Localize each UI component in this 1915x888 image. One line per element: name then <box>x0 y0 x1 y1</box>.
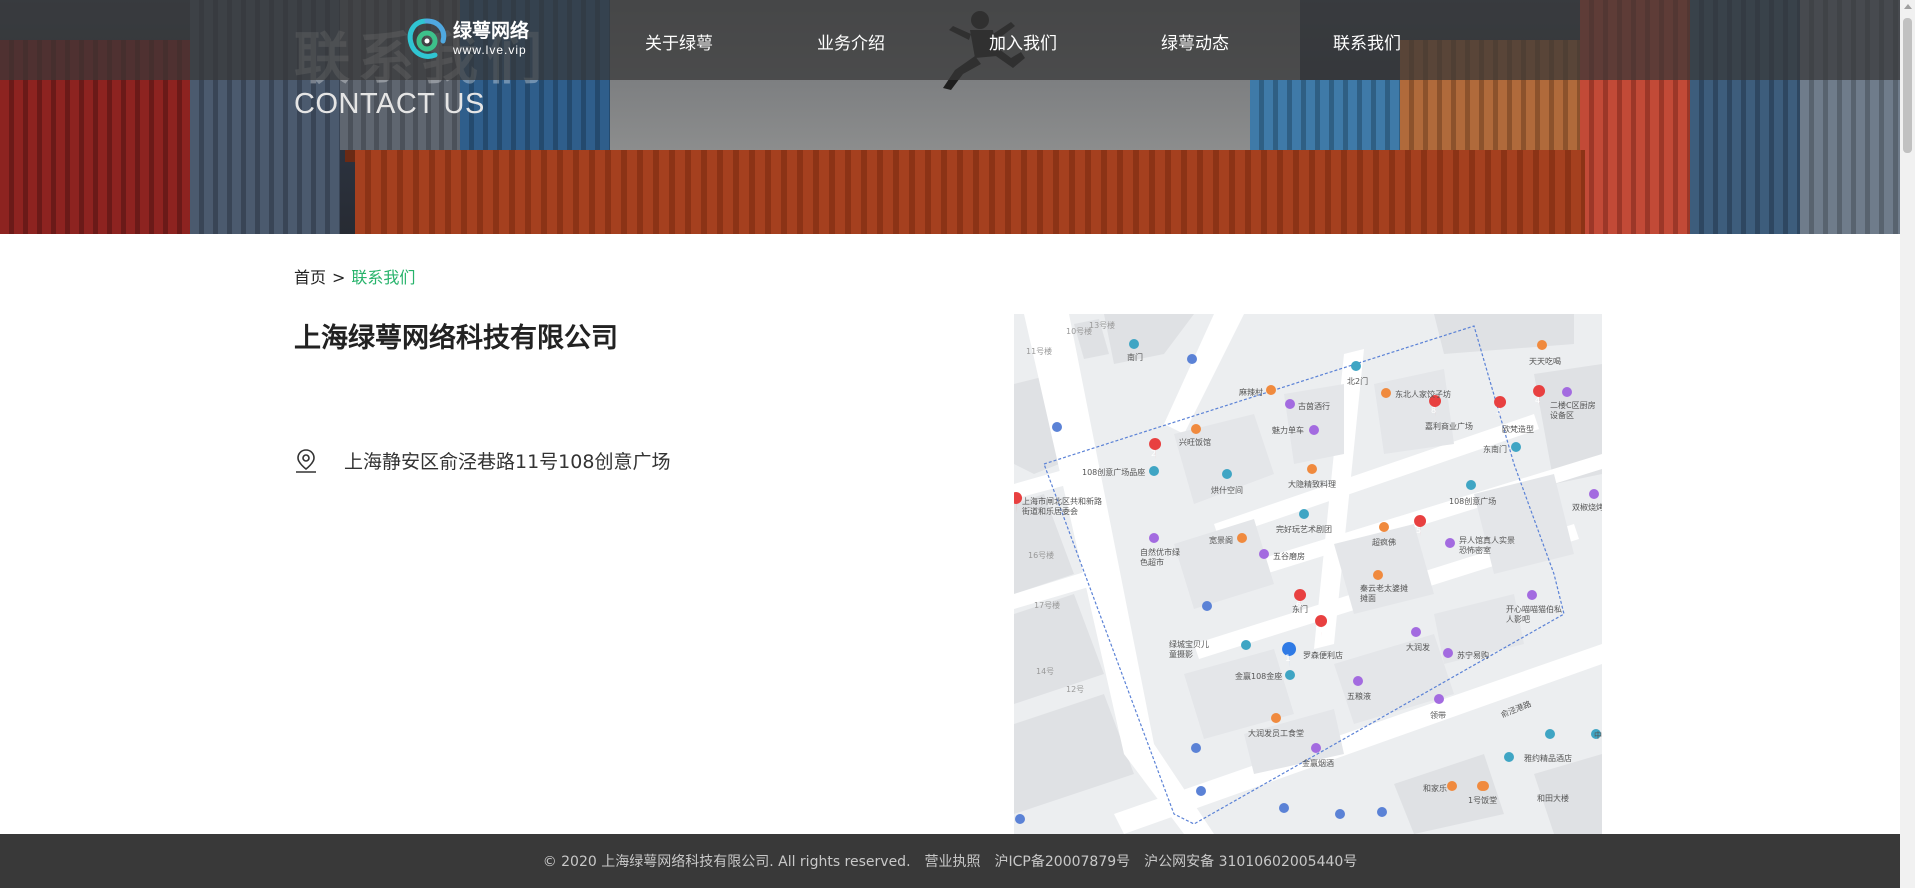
map-label: 魅力单车 <box>1272 426 1304 435</box>
map-marker[interactable]: 5 <box>1416 526 1421 535</box>
scrollbar-thumb[interactable] <box>1903 18 1912 153</box>
map-label: 雅约精品酒店 <box>1524 754 1572 763</box>
map-label: 东南门 <box>1483 445 1507 454</box>
footer-copyright: © 2020 上海绿萼网络科技有限公司. All rights reserved… <box>542 854 911 870</box>
map-label: 苏宁易购 <box>1457 651 1489 660</box>
map-label: 13号楼 <box>1089 321 1116 330</box>
map-label: 超疯佛 <box>1372 538 1396 547</box>
map-marker[interactable]: 6 <box>1296 600 1301 609</box>
map-label: 双椒烧烤 <box>1572 503 1602 512</box>
map-marker[interactable]: 8 <box>1431 406 1436 415</box>
map-canvas <box>1014 314 1602 834</box>
nav-item-about[interactable]: 关于绿萼 <box>645 29 713 54</box>
company-address: 上海静安区俞泾巷路11号108创意广场 <box>344 451 671 473</box>
map-label: 二楼C区厨房设备区 <box>1550 401 1596 420</box>
map-label: 金赢烟酒 <box>1302 759 1334 768</box>
map-marker[interactable]: 4 <box>1535 396 1540 405</box>
map-label: 上海市闸北区共和新路街道和乐居委会 <box>1022 497 1102 516</box>
map-label: 108创意广场品座 <box>1082 468 1146 477</box>
map-label: 五谷磨房 <box>1273 552 1305 561</box>
map-label: 麻辣村 <box>1239 388 1263 397</box>
location-map[interactable]: 南门 北2门 天天吃喝 麻辣村 古茵酒行 东北人家饺子坊 嘉利商业广场 欧梵造型… <box>1014 314 1602 834</box>
map-label: 17号楼 <box>1034 601 1061 610</box>
breadcrumb-separator: > <box>332 268 346 287</box>
address-row: 上海静安区俞泾巷路11号108创意广场 <box>294 447 670 474</box>
site-footer: © 2020 上海绿萼网络科技有限公司. All rights reserved… <box>0 834 1900 888</box>
map-label: 中 <box>1594 731 1602 740</box>
map-label: 烘什空间 <box>1211 486 1243 495</box>
map-label: 南门 <box>1127 353 1143 362</box>
container-stack <box>1250 80 1400 150</box>
page-scrollbar[interactable] <box>1900 0 1915 888</box>
nav-item-join[interactable]: 加入我们 <box>989 29 1057 54</box>
map-marker[interactable]: 2 <box>1151 449 1156 458</box>
map-label: 108创意广场 <box>1449 497 1497 506</box>
company-name: 上海绿萼网络科技有限公司 <box>294 323 618 354</box>
map-label: 绿城宝贝儿童摄影 <box>1169 640 1209 659</box>
scroll-up-arrow-icon[interactable] <box>1904 4 1912 9</box>
footer-icp-link[interactable]: 沪ICP备20007879号 <box>995 851 1131 871</box>
footer-police-record-link[interactable]: 沪公网安备 31010602005440号 <box>1144 851 1357 871</box>
breadcrumb: 首页 > 联系我们 <box>294 264 415 288</box>
map-label: 金赢108金座 <box>1235 672 1283 681</box>
map-marker[interactable]: 3 <box>1496 407 1501 416</box>
top-navigation-bar <box>0 0 1900 80</box>
map-label: 天天吃喝 <box>1529 357 1561 366</box>
map-label: 罗森便利店 <box>1303 651 1343 660</box>
logo-icon <box>407 18 447 59</box>
map-label: 宽景阁 <box>1209 536 1233 545</box>
location-pin-icon <box>296 448 316 473</box>
map-label: 古茵酒行 <box>1298 402 1330 411</box>
map-label: 和家乐 <box>1423 784 1447 793</box>
banner-title-en: CONTACT US <box>294 88 485 120</box>
site-logo[interactable]: 绿萼网络 www.lve.vip <box>405 16 555 62</box>
map-label: 和田大楼 <box>1537 794 1569 803</box>
map-label: 16号楼 <box>1028 551 1055 560</box>
footer-business-license-link[interactable]: 营业执照 <box>925 851 981 871</box>
map-label: 大润发员工食堂 <box>1248 729 1304 738</box>
map-label: 自然优市绿色超市 <box>1140 548 1180 567</box>
map-label: 秦云老太婆摊摊面 <box>1360 584 1408 603</box>
nav-item-news[interactable]: 绿萼动态 <box>1161 29 1229 54</box>
breadcrumb-home[interactable]: 首页 <box>294 268 326 287</box>
brand-domain: www.lve.vip <box>453 43 527 57</box>
map-label: 北2门 <box>1347 377 1369 386</box>
map-label: 大隐精致料理 <box>1288 480 1336 489</box>
nav-item-business[interactable]: 业务介绍 <box>817 29 885 54</box>
map-label: 兴旺饭馆 <box>1179 438 1211 447</box>
map-label: 欧梵造型 <box>1502 425 1534 434</box>
orange-container <box>355 150 1585 234</box>
hero-banner: 联系我们 CONTACT US 绿萼网络 www.lve.vip 关于绿萼 业务… <box>0 0 1900 234</box>
brand-name: 绿萼网络 <box>453 20 530 42</box>
map-marker[interactable]: 10 <box>1315 626 1325 635</box>
map-label: 1号饭堂 <box>1468 796 1498 805</box>
map-label: 大润发 <box>1406 643 1430 652</box>
map-label: 完好玩艺术剧团 <box>1276 525 1332 534</box>
nav-item-contact[interactable]: 联系我们 <box>1333 29 1401 54</box>
map-label: 异人馆真人实景恐怖密室 <box>1459 536 1515 555</box>
map-label: 五粮液 <box>1347 692 1371 701</box>
map-label: 东北人家饺子坊 <box>1395 390 1451 399</box>
map-label: 14号 <box>1036 667 1055 676</box>
map-label: 开心喵喵猫伯私人影吧 <box>1506 605 1562 624</box>
map-label: 12号 <box>1066 685 1085 694</box>
map-label: 领带 <box>1430 711 1446 720</box>
breadcrumb-current: 联系我们 <box>351 268 416 287</box>
map-marker[interactable]: 1 <box>1285 654 1291 664</box>
map-label: 11号楼 <box>1026 347 1053 356</box>
map-label: 嘉利商业广场 <box>1425 422 1473 431</box>
